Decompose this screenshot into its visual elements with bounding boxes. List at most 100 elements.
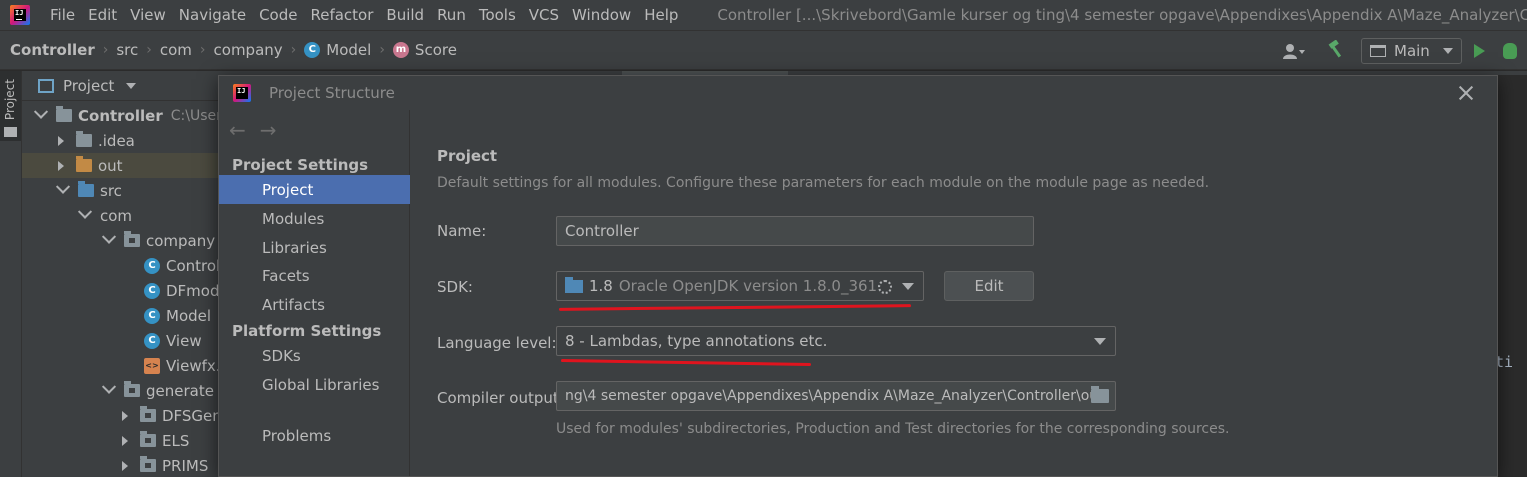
chevron-down-icon: [1094, 338, 1106, 345]
vcs-user-icon[interactable]: [1283, 43, 1305, 59]
menu-edit[interactable]: Edit: [88, 6, 117, 24]
tree-label: generate: [146, 381, 214, 400]
sidebar-item-sdks[interactable]: SDKs: [219, 341, 410, 370]
sdk-label: SDK:: [437, 278, 473, 296]
class-icon: C: [144, 257, 160, 274]
tree-label: Controller: [78, 106, 163, 125]
run-icon[interactable]: [1474, 44, 1485, 58]
source-folder-icon: [78, 181, 94, 197]
back-arrow-icon[interactable]: ←: [229, 118, 246, 142]
expand-arrow-icon[interactable]: [101, 379, 117, 394]
language-level-select[interactable]: 8 - Lambdas, type annotations etc.: [556, 326, 1116, 356]
edit-sdk-button[interactable]: Edit: [944, 271, 1034, 301]
menu-file[interactable]: File: [50, 6, 75, 24]
module-folder-icon: [56, 106, 72, 122]
breadcrumb-separator-icon: ›: [379, 42, 385, 58]
close-icon[interactable]: [1457, 84, 1475, 102]
expand-arrow-icon[interactable]: [55, 179, 71, 194]
application-icon: [1370, 45, 1386, 57]
menu-code[interactable]: Code: [259, 6, 297, 24]
section-project-settings: Project Settings: [232, 156, 369, 174]
sidebar-item-modules[interactable]: Modules: [219, 204, 410, 233]
expand-arrow-icon[interactable]: [101, 229, 117, 244]
menu-window[interactable]: Window: [572, 6, 631, 24]
loading-spinner-icon: [878, 280, 892, 294]
sdk-version: 1.8: [589, 277, 613, 295]
language-level-label: Language level:: [437, 334, 557, 352]
sidebar-item-facets[interactable]: Facets: [219, 261, 410, 290]
expand-arrow-icon[interactable]: [77, 204, 93, 219]
menu-vcs[interactable]: VCS: [529, 6, 559, 24]
content-description: Default settings for all modules. Config…: [437, 175, 1210, 191]
breadcrumb-separator-icon: ›: [199, 42, 206, 58]
compiler-output-value: ng\4 semester opgave\Appendixes\Appendix…: [565, 388, 1104, 404]
window-title: Controller [...\Skrivebord\Gamle kurser …: [717, 6, 1527, 24]
expand-arrow-icon[interactable]: [33, 104, 49, 119]
debug-icon[interactable]: [1503, 43, 1517, 59]
breadcrumb-company[interactable]: company: [214, 41, 283, 59]
collapse-arrow-icon[interactable]: [122, 460, 128, 471]
section-platform-settings: Platform Settings: [232, 322, 382, 340]
project-structure-dialog: IJ Project Structure ← → Project Setting…: [218, 75, 1498, 477]
breadcrumb-model[interactable]: C Model: [304, 41, 371, 59]
name-label: Name:: [437, 222, 487, 240]
run-configuration-label: Main: [1394, 42, 1430, 60]
chevron-down-icon: [1443, 48, 1453, 54]
history-navigation: ← →: [229, 118, 277, 142]
sidebar-item-problems[interactable]: Problems: [219, 421, 410, 450]
menu-refactor[interactable]: Refactor: [310, 6, 373, 24]
project-panel-title: Project: [63, 76, 115, 95]
project-name-input[interactable]: Controller: [556, 216, 1034, 246]
breadcrumb-model-label: Model: [326, 41, 372, 59]
sdk-folder-icon: [565, 276, 583, 293]
run-configuration-select[interactable]: Main: [1361, 38, 1462, 64]
breadcrumb-score-label: Score: [414, 41, 457, 59]
tree-label: out: [98, 156, 123, 175]
build-hammer-icon[interactable]: [1327, 38, 1347, 63]
sidebar-item-artifacts[interactable]: Artifacts: [219, 290, 410, 319]
red-underline-annotation: [558, 304, 912, 311]
breadcrumb-separator-icon: ›: [146, 42, 152, 58]
breadcrumb-separator-icon: ›: [102, 42, 109, 58]
breadcrumb-src[interactable]: src: [116, 41, 138, 59]
collapse-arrow-icon[interactable]: [122, 435, 128, 446]
sdk-select[interactable]: 1.8 Oracle OpenJDK version 1.8.0_361: [556, 271, 924, 301]
menu-run[interactable]: Run: [437, 6, 466, 24]
forward-arrow-icon[interactable]: →: [260, 118, 277, 142]
sidebar-item-libraries[interactable]: Libraries: [219, 233, 410, 262]
menu-navigate[interactable]: Navigate: [179, 6, 246, 24]
sidebar-item-project[interactable]: Project: [219, 175, 410, 204]
tree-label: company: [146, 231, 216, 250]
collapse-arrow-icon[interactable]: [122, 410, 128, 421]
tree-label: .idea: [98, 131, 135, 150]
intellij-logo-icon: IJ: [10, 5, 30, 25]
sidebar-item-global-libraries[interactable]: Global Libraries: [219, 370, 410, 399]
menu-help[interactable]: Help: [644, 6, 678, 24]
tree-label: Viewfx.f: [166, 356, 226, 375]
toolbar-right: Main: [1283, 31, 1527, 71]
package-icon: [140, 431, 156, 447]
menu-build[interactable]: Build: [386, 6, 424, 24]
collapse-arrow-icon[interactable]: [58, 160, 64, 171]
compiler-output-input[interactable]: ng\4 semester opgave\Appendixes\Appendix…: [556, 381, 1116, 411]
class-icon: C: [144, 332, 160, 349]
package-icon: [124, 231, 140, 247]
collapse-arrow-icon[interactable]: [58, 135, 64, 146]
project-tool-tab[interactable]: Project: [0, 71, 21, 141]
navigation-bar: Controller › src › com › company › C Mod…: [0, 30, 1527, 70]
breadcrumb-com[interactable]: com: [160, 41, 192, 59]
class-icon: C: [304, 42, 321, 58]
menu-view[interactable]: View: [130, 6, 166, 24]
menu-tools[interactable]: Tools: [479, 6, 516, 24]
breadcrumb-score[interactable]: m Score: [392, 41, 457, 59]
red-underline-annotation: [560, 359, 812, 366]
breadcrumb-separator-icon: ›: [290, 42, 297, 58]
class-icon: C: [144, 282, 160, 299]
language-level-value: 8 - Lambdas, type annotations etc.: [565, 332, 828, 350]
breadcrumb-controller[interactable]: Controller: [10, 41, 95, 59]
tree-label: Controll: [166, 256, 225, 275]
class-icon: C: [144, 307, 160, 324]
browse-folder-icon[interactable]: [1091, 386, 1109, 403]
tree-label: DFSGen: [162, 406, 222, 425]
dialog-title-bar[interactable]: IJ Project Structure: [219, 76, 1497, 110]
